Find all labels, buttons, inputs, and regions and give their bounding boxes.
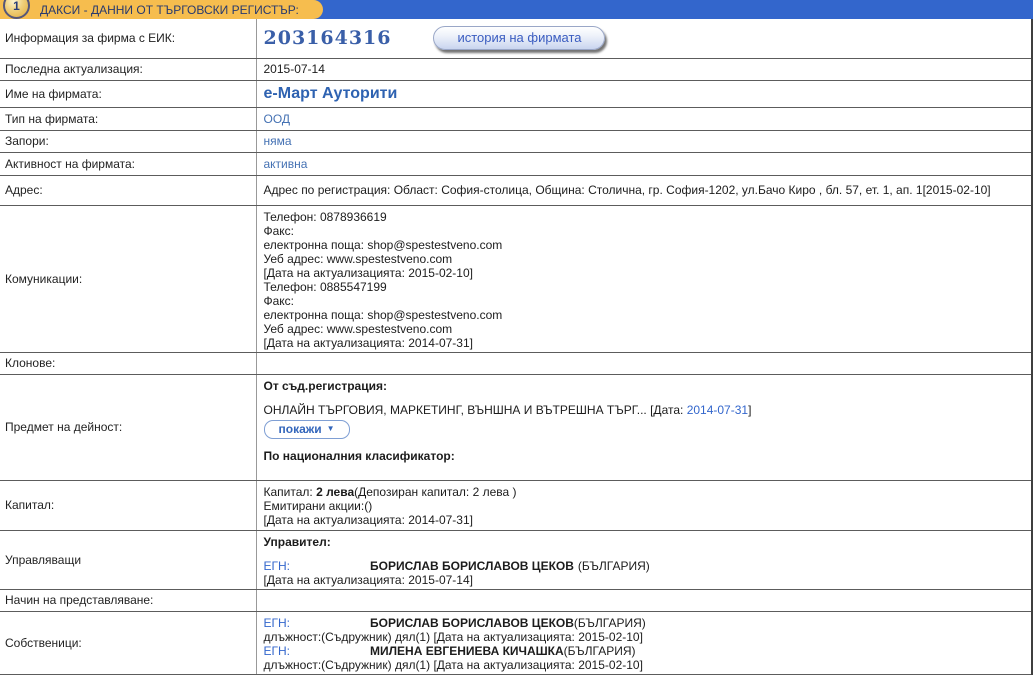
- table-row-liens: Запори: няма: [0, 130, 1032, 152]
- company-name-value: e-Март Ауторити: [264, 85, 398, 102]
- table-row-representation: Начин на представляване:: [0, 589, 1032, 611]
- manager-name: БОРИСЛАВ БОРИСЛАВОВ ЦЕКОВ: [370, 559, 574, 573]
- court-registration-heading: От съд.регистрация:: [264, 379, 1028, 393]
- owner-details: длъжност:(Съдружник) дял(1) [Дата на акт…: [264, 658, 1028, 672]
- address-label: Адрес:: [0, 175, 256, 205]
- comm-phone-2: Телефон: 0885547199: [264, 280, 1028, 294]
- capital-label: Капитал:: [0, 480, 256, 530]
- last-update-label: Последна актуализация:: [0, 58, 256, 80]
- activity-value: активна: [264, 157, 308, 171]
- owner-name: БОРИСЛАВ БОРИСЛАВОВ ЦЕКОВ: [370, 616, 574, 630]
- owner-details: длъжност:(Съдружник) дял(1) [Дата на акт…: [264, 630, 1028, 644]
- owner-name: МИЛЕНА ЕВГЕНИЕВА КИЧАШКА: [370, 644, 564, 658]
- last-update-value: 2015-07-14: [256, 58, 1032, 80]
- managers-updated: [Дата на актуализацията: 2015-07-14]: [264, 573, 1028, 587]
- liens-value: няма: [264, 134, 292, 148]
- owner-entry: ЕГН: МИЛЕНА ЕВГЕНИЕВА КИЧАШКА(БЪЛГАРИЯ): [264, 644, 1028, 658]
- eik-label: Информация за фирма с ЕИК:: [0, 19, 256, 58]
- company-history-button[interactable]: история на фирмата: [433, 26, 605, 50]
- comm-web-1: Уеб адрес: www.spestestveno.com: [264, 252, 1028, 266]
- representation-label: Начин на представляване:: [0, 589, 256, 611]
- manager-heading: Управител:: [264, 535, 1028, 549]
- owner-country: (БЪЛГАРИЯ): [574, 616, 646, 630]
- capital-deposited: (Депозиран капитал: 2 лева ): [354, 485, 516, 499]
- header-tab: ДАКСИ - ДАННИ ОТ ТЪРГОВСКИ РЕГИСТЪР:: [0, 0, 323, 19]
- table-row-last-update: Последна актуализация: 2015-07-14: [0, 58, 1032, 80]
- managers-label: Управляващи: [0, 530, 256, 589]
- representation-value: [256, 589, 1032, 611]
- national-classifier-heading: По националния класификатор:: [264, 449, 1028, 463]
- table-row-company-name: Име на фирмата: e-Март Ауторити: [0, 80, 1032, 107]
- address-value: Адрес по регистрация: Област: София-стол…: [256, 175, 1032, 205]
- company-register-table: Информация за фирма с ЕИК: 203164316 ист…: [0, 19, 1033, 675]
- table-row-managers: Управляващи Управител: ЕГН: БОРИСЛАВ БОРИ…: [0, 530, 1032, 589]
- liens-label: Запори:: [0, 130, 256, 152]
- capital-shares: Емитирани акции:(): [264, 499, 1028, 513]
- scope-bracket: ]: [748, 403, 751, 417]
- branches-label: Клонове:: [0, 352, 256, 374]
- table-row-capital: Капитал: Капитал: 2 лева(Депозиран капит…: [0, 480, 1032, 530]
- table-row-business-scope: Предмет на дейност: От съд.регистрация: …: [0, 374, 1032, 480]
- table-row-branches: Клонове:: [0, 352, 1032, 374]
- communications-label: Комуникации:: [0, 205, 256, 352]
- comm-updated-1: [Дата на актуализацията: 2015-02-10]: [264, 266, 1028, 280]
- header-bar: ДАКСИ - ДАННИ ОТ ТЪРГОВСКИ РЕГИСТЪР: 1: [0, 0, 1033, 19]
- owner-country: (БЪЛГАРИЯ): [564, 644, 636, 658]
- company-type-value: ООД: [264, 112, 291, 126]
- manager-egn-label: ЕГН:: [264, 559, 291, 573]
- owners-label: Собственици:: [0, 611, 256, 674]
- owner-egn-label: ЕГН:: [264, 644, 291, 658]
- comm-fax-2: Факс:: [264, 294, 1028, 308]
- capital-amount: 2 лева: [316, 485, 354, 499]
- company-type-label: Тип на фирмата:: [0, 107, 256, 130]
- manager-country: (БЪЛГАРИЯ): [578, 559, 650, 573]
- comm-web-2: Уеб адрес: www.spestestveno.com: [264, 322, 1028, 336]
- table-row-owners: Собственици: ЕГН: БОРИСЛАВ БОРИСЛАВОВ ЦЕК…: [0, 611, 1032, 674]
- show-scope-button[interactable]: покажи▼: [264, 420, 350, 439]
- owner-egn-label: ЕГН:: [264, 616, 291, 630]
- capital-prefix: Капитал:: [264, 485, 317, 499]
- branches-value: [256, 352, 1032, 374]
- comm-phone-1: Телефон: 0878936619: [264, 210, 1028, 224]
- business-scope-label: Предмет на дейност:: [0, 374, 256, 480]
- scope-text: ОНЛАЙН ТЪРГОВИЯ, МАРКЕТИНГ, ВЪНШНА И ВЪТ…: [264, 403, 687, 417]
- table-row-eik: Информация за фирма с ЕИК: 203164316 ист…: [0, 19, 1032, 58]
- comm-fax-1: Факс:: [264, 224, 1028, 238]
- table-row-activity: Активност на фирмата: активна: [0, 152, 1032, 175]
- header-tab-label: ДАКСИ - ДАННИ ОТ ТЪРГОВСКИ РЕГИСТЪР:: [40, 3, 299, 17]
- company-name-label: Име на фирмата:: [0, 80, 256, 107]
- table-row-communications: Комуникации: Телефон: 0878936619 Факс: е…: [0, 205, 1032, 352]
- scope-date: 2014-07-31: [687, 403, 748, 417]
- comm-email-1: електронна поща: shop@spestestveno.com: [264, 238, 1028, 252]
- capital-updated: [Дата на актуализацията: 2014-07-31]: [264, 513, 1028, 527]
- comm-email-2: електронна поща: shop@spestestveno.com: [264, 308, 1028, 322]
- table-row-address: Адрес: Адрес по регистрация: Област: Соф…: [0, 175, 1032, 205]
- owner-entry: ЕГН: БОРИСЛАВ БОРИСЛАВОВ ЦЕКОВ(БЪЛГАРИЯ): [264, 616, 1028, 630]
- eik-number: 203164316: [264, 27, 392, 49]
- table-row-company-type: Тип на фирмата: ООД: [0, 107, 1032, 130]
- activity-label: Активност на фирмата:: [0, 152, 256, 175]
- chevron-down-icon: ▼: [327, 424, 335, 434]
- comm-updated-2: [Дата на актуализацията: 2014-07-31]: [264, 336, 1028, 350]
